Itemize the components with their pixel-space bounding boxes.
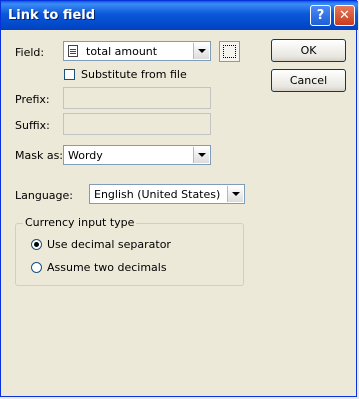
substitute-checkbox[interactable]: [64, 69, 75, 80]
title-bar[interactable]: Link to field ? ✕: [1, 1, 358, 30]
document-icon: [68, 45, 78, 57]
language-value: English (United States): [94, 188, 221, 201]
substitute-label[interactable]: Substitute from file: [81, 68, 187, 81]
chevron-down-icon: [231, 192, 240, 196]
mask-combobox[interactable]: Wordy: [63, 145, 211, 165]
currency-groupbox: [15, 223, 244, 286]
dotted-box-icon: [223, 45, 236, 58]
field-label: Field:: [15, 46, 45, 59]
suffix-label: Suffix:: [15, 119, 50, 132]
prefix-input[interactable]: [63, 87, 211, 109]
ok-button[interactable]: OK: [271, 39, 346, 62]
chevron-down-icon: [197, 153, 206, 157]
field-browse-button[interactable]: [219, 41, 240, 62]
chevron-down-icon: [197, 49, 206, 53]
language-dropdown-button[interactable]: [227, 186, 243, 202]
link-to-field-dialog: Link to field ? ✕ Field: total amount Su…: [0, 0, 358, 397]
language-combobox[interactable]: English (United States): [89, 184, 245, 204]
assume-two-decimals-radio[interactable]: [31, 262, 42, 273]
mask-label: Mask as:: [15, 149, 64, 162]
assume-two-decimals-label[interactable]: Assume two decimals: [47, 261, 167, 274]
language-label: Language:: [15, 189, 73, 202]
mask-dropdown-button[interactable]: [193, 147, 209, 163]
help-button[interactable]: ?: [310, 5, 331, 26]
field-value: total amount: [86, 45, 158, 58]
radio-selected-dot: [34, 242, 39, 247]
field-dropdown-button[interactable]: [193, 43, 209, 59]
mask-value: Wordy: [68, 149, 103, 162]
cancel-button[interactable]: Cancel: [271, 69, 346, 92]
close-button[interactable]: ✕: [334, 5, 355, 26]
window-title: Link to field: [8, 8, 96, 23]
suffix-input[interactable]: [63, 113, 211, 135]
use-decimal-separator-label[interactable]: Use decimal separator: [47, 238, 171, 251]
field-combobox[interactable]: total amount: [63, 41, 211, 61]
use-decimal-separator-radio[interactable]: [31, 239, 42, 250]
currency-legend: Currency input type: [23, 216, 137, 229]
prefix-label: Prefix:: [15, 93, 50, 106]
